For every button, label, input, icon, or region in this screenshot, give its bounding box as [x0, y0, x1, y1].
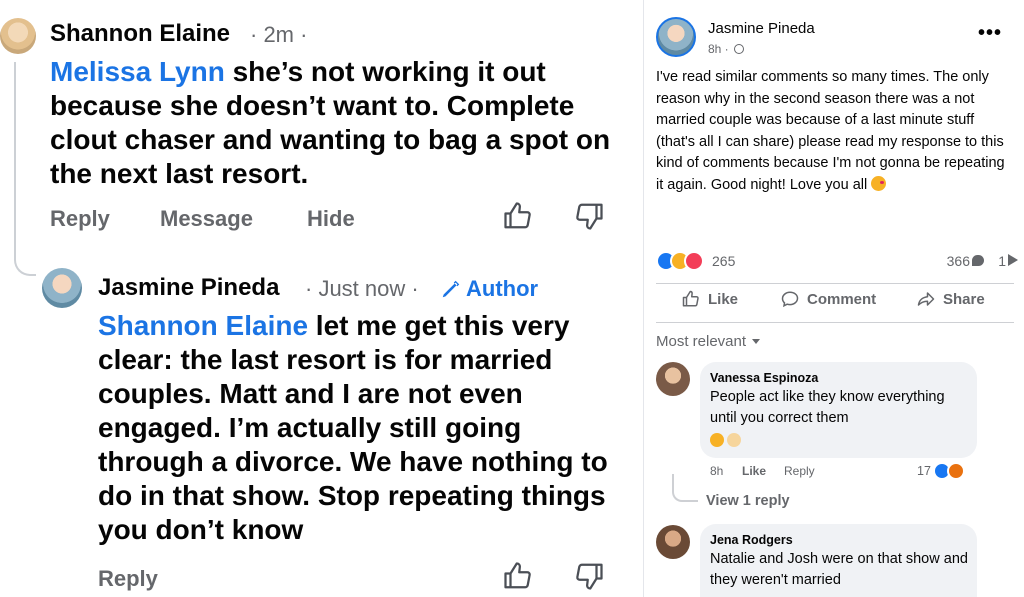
- comment-icon: [781, 291, 799, 308]
- comment-sort-dropdown[interactable]: Most relevant: [656, 333, 761, 350]
- reply-button[interactable]: Reply: [50, 206, 110, 232]
- thumbs-up-icon[interactable]: [503, 201, 533, 231]
- reply-connector: [672, 474, 698, 502]
- globe-icon: [734, 44, 745, 54]
- shares-count[interactable]: 1: [998, 253, 1006, 269]
- hide-button[interactable]: Hide: [307, 206, 355, 232]
- mention-link[interactable]: Melissa Lynn: [50, 56, 225, 87]
- more-options-icon[interactable]: •••: [978, 22, 1002, 45]
- comment-time: 8h: [710, 464, 724, 478]
- like-button[interactable]: Like: [682, 290, 738, 308]
- thumbs-up-icon[interactable]: [503, 561, 533, 591]
- hands-emoji-icon: [727, 433, 741, 447]
- reply-button[interactable]: Reply: [98, 566, 158, 592]
- comment-emoji: [710, 433, 746, 449]
- thread-connector: [14, 62, 36, 276]
- post-author[interactable]: Jasmine Pineda: [708, 20, 815, 37]
- author-badge: Author: [466, 276, 539, 301]
- kiss-emoji-icon: [871, 175, 887, 191]
- comment-author[interactable]: Jasmine Pineda: [98, 274, 279, 302]
- divider: [656, 283, 1014, 284]
- comment-bubble-icon: [972, 255, 984, 266]
- post-text: I've read similar comments so many times…: [656, 69, 1005, 193]
- reactions-count[interactable]: 265: [712, 253, 735, 269]
- avatar[interactable]: [656, 17, 696, 57]
- share-arrow-icon: [1008, 254, 1018, 266]
- comment-like-button[interactable]: Like: [742, 464, 766, 478]
- comment-button[interactable]: Comment: [781, 290, 876, 308]
- avatar[interactable]: [42, 268, 82, 308]
- thumbs-down-icon[interactable]: [574, 561, 604, 591]
- left-comments-panel: Shannon Elaine · 2m · Melissa Lynn she’s…: [0, 0, 632, 597]
- avatar[interactable]: [656, 362, 690, 396]
- thumbs-up-icon: [682, 290, 699, 307]
- thumbs-down-icon[interactable]: [574, 201, 604, 231]
- share-button[interactable]: Share: [917, 290, 985, 308]
- pencil-icon: [442, 280, 460, 298]
- comment-time: · Just now ·: [305, 276, 419, 301]
- mention-link[interactable]: Shannon Elaine: [98, 310, 308, 341]
- reactions-summary[interactable]: 265 366 1: [656, 251, 1018, 273]
- divider: [656, 322, 1014, 323]
- comment-reply-button[interactable]: Reply: [784, 464, 815, 478]
- avatar[interactable]: [656, 525, 690, 559]
- message-button[interactable]: Message: [160, 206, 253, 232]
- angry-reaction-icon: [947, 462, 965, 480]
- share-icon: [917, 292, 935, 306]
- comments-count[interactable]: 366: [947, 253, 970, 269]
- post-time: 8h ·: [708, 42, 745, 56]
- comment-author[interactable]: Vanessa Espinoza: [710, 371, 818, 385]
- comment-author[interactable]: Shannon Elaine: [50, 20, 230, 48]
- comment-text: People act like they know everything unt…: [710, 389, 945, 426]
- laugh-emoji-icon: [710, 433, 724, 447]
- chevron-down-icon: [752, 339, 761, 344]
- comment-text: Shannon Elaine let me get this very clea…: [98, 310, 608, 545]
- view-replies-link[interactable]: View 1 reply: [706, 493, 790, 509]
- post-panel: Jasmine Pineda 8h · ••• I've read simila…: [643, 0, 1024, 597]
- comment-text: Melissa Lynn she’s not working it out be…: [50, 56, 611, 189]
- comment-time: · 2m ·: [250, 22, 308, 47]
- comment-author[interactable]: Jena Rodgers: [710, 533, 793, 547]
- love-reaction-icon: [684, 251, 704, 271]
- comment-text: Natalie and Josh were on that show and t…: [710, 551, 968, 588]
- avatar[interactable]: [0, 18, 36, 54]
